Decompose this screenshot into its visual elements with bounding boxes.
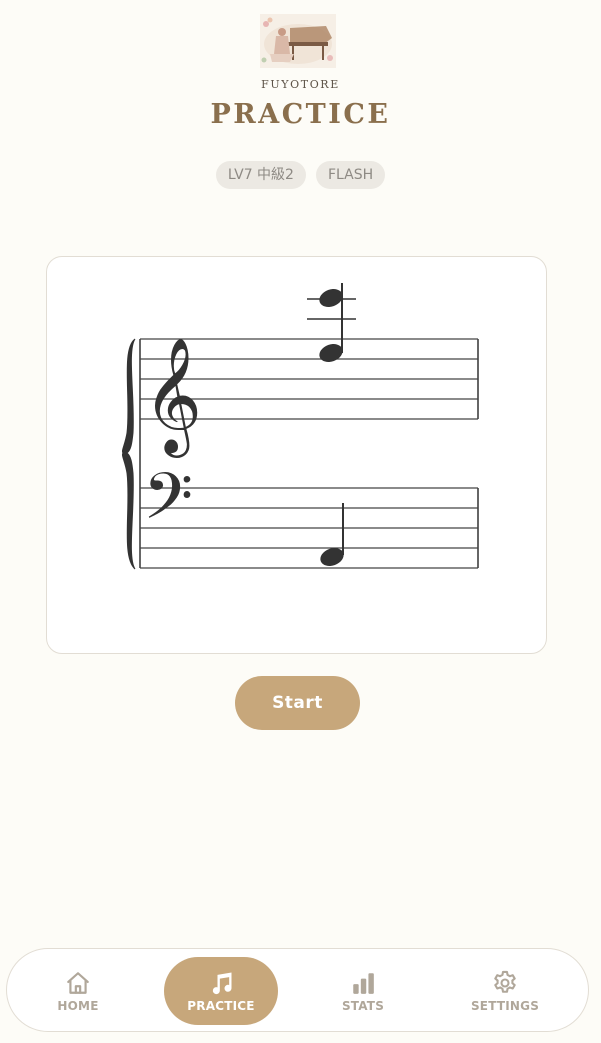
bottom-nav: HOME PRACTICE STATS SETTINGS bbox=[6, 948, 589, 1032]
level-badge: LV7 中級2 bbox=[215, 161, 306, 189]
grand-staff: 𝄞 𝄢 bbox=[122, 283, 479, 570]
music-note-icon bbox=[207, 969, 235, 997]
treble-clef: 𝄞 bbox=[143, 336, 202, 458]
nav-item-settings[interactable]: SETTINGS bbox=[448, 957, 562, 1025]
nav-item-practice[interactable]: PRACTICE bbox=[164, 957, 278, 1025]
piano-illustration-logo bbox=[260, 14, 336, 68]
gear-icon bbox=[491, 969, 519, 997]
note-head-c6 bbox=[319, 289, 343, 307]
mode-badge: FLASH bbox=[315, 161, 386, 189]
page-title: PRACTICE bbox=[210, 99, 391, 130]
nav-item-home[interactable]: HOME bbox=[21, 957, 135, 1025]
nav-label-practice: PRACTICE bbox=[187, 999, 255, 1013]
brand-name: FUYOTORE bbox=[261, 78, 340, 91]
start-button[interactable]: Start bbox=[235, 676, 360, 730]
nav-label-home: HOME bbox=[57, 999, 99, 1013]
note-head-a5 bbox=[319, 344, 343, 362]
bar-chart-icon bbox=[349, 969, 377, 997]
nav-label-settings: SETTINGS bbox=[470, 999, 540, 1013]
staff-card: 𝄞 𝄢 bbox=[46, 256, 547, 654]
brace bbox=[122, 338, 136, 570]
home-icon bbox=[64, 969, 92, 997]
nav-item-stats[interactable]: STATS bbox=[306, 957, 420, 1025]
bass-clef: 𝄢 bbox=[143, 460, 193, 550]
nav-label-stats: STATS bbox=[341, 999, 385, 1013]
mode-badges: LV7 中級2 FLASH bbox=[0, 161, 601, 189]
